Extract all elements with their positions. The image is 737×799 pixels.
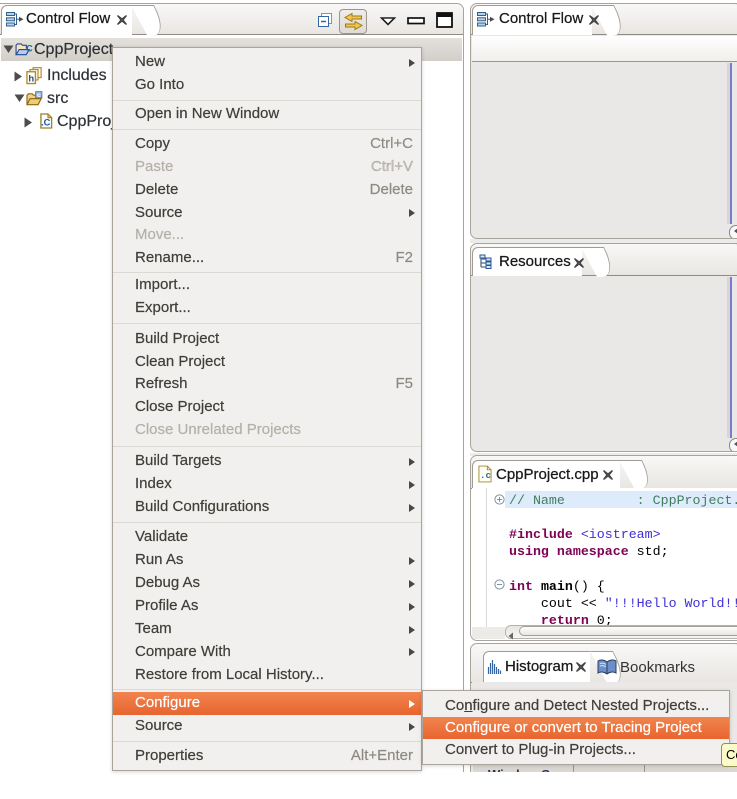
svg-text:.C: .C [41,118,51,128]
svg-text:C: C [26,43,33,53]
svg-text:.c: .c [480,470,492,481]
svg-text:h: h [28,74,34,85]
